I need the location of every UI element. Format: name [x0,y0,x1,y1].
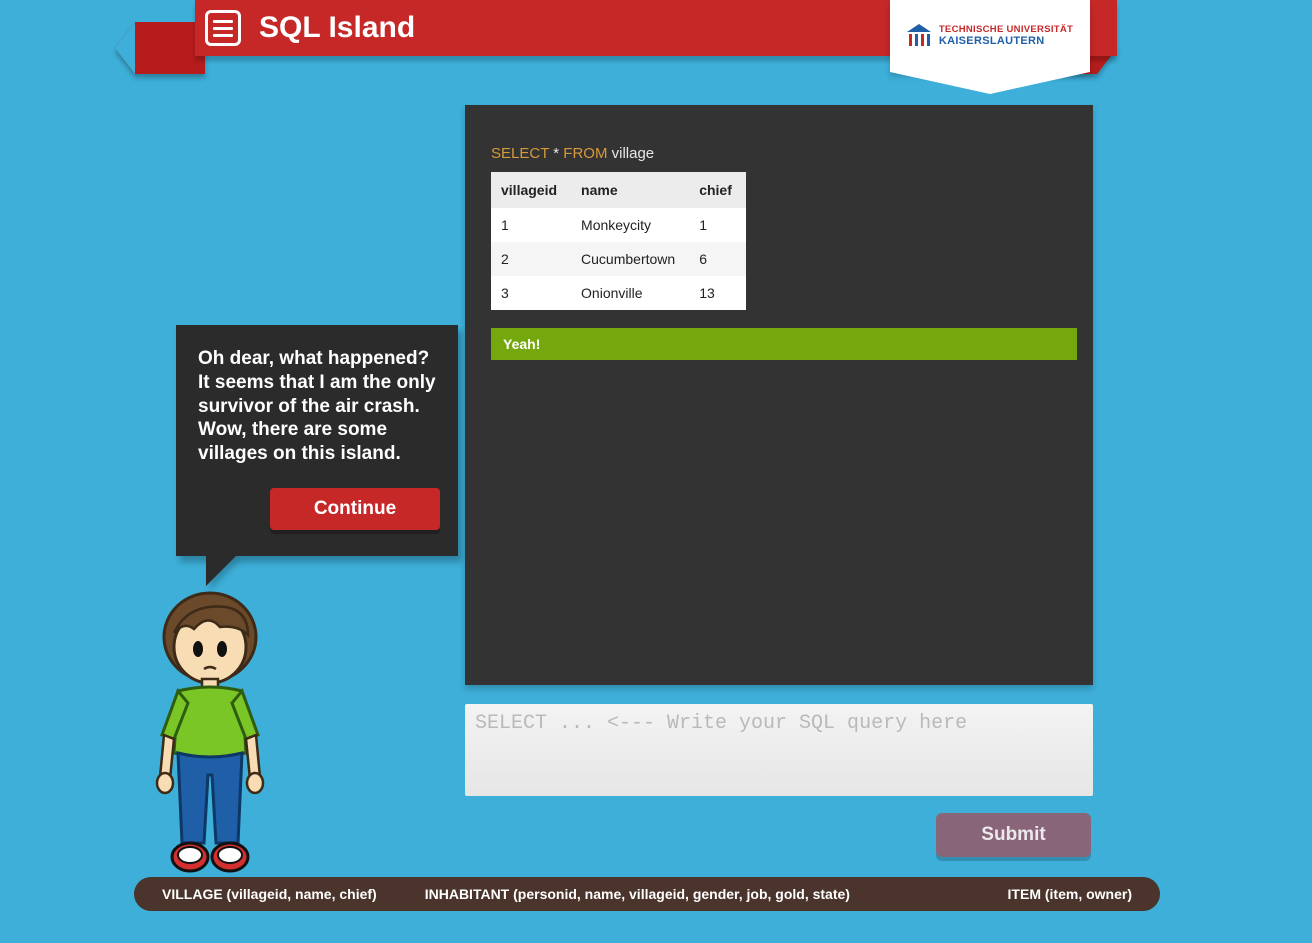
header-banner: SQL Island TECHNISCHE UNIVERSITÄT KAISER… [0,0,1312,90]
schema-inhabitant: INHABITANT (personid, name, villageid, g… [425,886,850,902]
character-avatar [148,585,278,875]
col-chief: chief [689,172,746,208]
table-header-row: villageid name chief [491,172,746,208]
submit-button[interactable]: Submit [936,813,1091,857]
table-row: 1 Monkeycity 1 [491,208,746,242]
cell: Monkeycity [571,208,689,242]
col-villageid: villageid [491,172,571,208]
cell: 1 [689,208,746,242]
menu-icon[interactable] [205,10,241,46]
table-name: village [612,145,655,162]
schema-item: ITEM (item, owner) [1008,886,1132,902]
cell: 13 [689,276,746,310]
speech-text: Oh dear, what happened? It seems that I … [198,347,436,466]
result-panel: SELECT * FROM village villageid name chi… [465,105,1093,685]
select-keyword: SELECT [491,145,549,162]
cell: 2 [491,242,571,276]
sql-input[interactable] [465,704,1093,796]
result-table: villageid name chief 1 Monkeycity 1 2 Cu… [491,172,746,310]
schema-village: VILLAGE (villageid, name, chief) [162,886,377,902]
table-row: 2 Cucumbertown 6 [491,242,746,276]
cell: 3 [491,276,571,310]
university-line2: KAISERSLAUTERN [939,35,1073,47]
col-name: name [571,172,689,208]
cell: 6 [689,242,746,276]
success-message: Yeah! [491,328,1077,360]
schema-bar: VILLAGE (villageid, name, chief) INHABIT… [134,877,1160,911]
speech-box: Oh dear, what happened? It seems that I … [176,325,458,556]
table-row: 3 Onionville 13 [491,276,746,310]
university-text: TECHNISCHE UNIVERSITÄT KAISERSLAUTERN [939,25,1073,48]
cell: 1 [491,208,571,242]
university-line1: TECHNISCHE UNIVERSITÄT [939,25,1073,35]
app-title: SQL Island [259,11,415,45]
continue-button[interactable]: Continue [270,488,440,530]
select-star: * [553,145,559,162]
from-keyword: FROM [563,145,607,162]
cell: Cucumbertown [571,242,689,276]
cell: Onionville [571,276,689,310]
university-logo-icon [907,24,931,48]
query-line: SELECT * FROM village [491,145,1073,162]
university-badge[interactable]: TECHNISCHE UNIVERSITÄT KAISERSLAUTERN [890,0,1090,72]
